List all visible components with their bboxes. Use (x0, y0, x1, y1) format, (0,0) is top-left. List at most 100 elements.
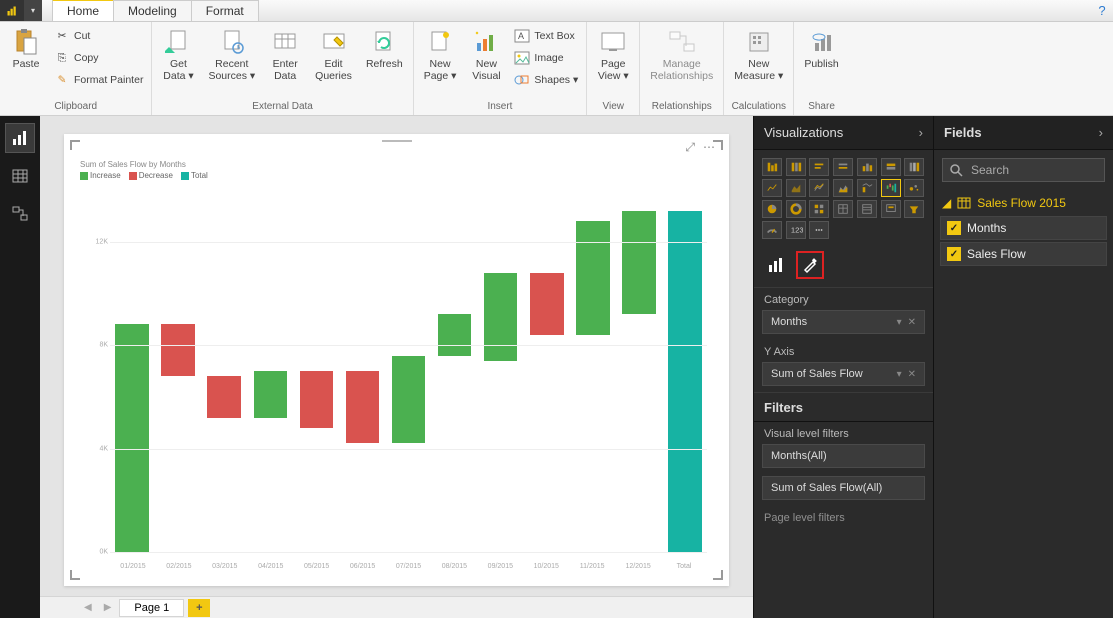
manage-relationships-button[interactable]: Manage Relationships (646, 26, 717, 84)
edit-queries-button[interactable]: Edit Queries (311, 26, 356, 84)
viz-type-icon[interactable] (809, 179, 829, 197)
bar-increase[interactable] (115, 324, 149, 552)
nav-data-icon[interactable] (6, 162, 34, 190)
format-tab-icon[interactable] (796, 251, 824, 279)
collapse-icon[interactable]: › (919, 125, 923, 140)
collapse-icon[interactable]: › (1099, 125, 1103, 140)
viz-type-icon[interactable] (762, 221, 782, 239)
category-well[interactable]: Months▾✕ (762, 310, 925, 334)
filter-months[interactable]: Months(All) (762, 444, 925, 468)
viz-type-icon[interactable] (857, 200, 877, 218)
fields-header: Fields (944, 125, 982, 140)
format-painter-button[interactable]: ✎Format Painter (52, 70, 145, 90)
viz-type-icon[interactable] (762, 158, 782, 176)
field-months[interactable]: ✓Months (940, 216, 1107, 240)
x-tick: Total (661, 563, 707, 570)
get-data-button[interactable]: Get Data ▾ (158, 26, 198, 84)
help-icon[interactable]: ? (1091, 0, 1113, 21)
refresh-button[interactable]: Refresh (362, 26, 407, 72)
new-visual-button[interactable]: New Visual (466, 26, 506, 84)
shapes-button[interactable]: Shapes ▾ (512, 70, 580, 90)
selection-handle[interactable] (70, 570, 80, 580)
viz-type-waterfall[interactable] (881, 179, 901, 197)
x-tick: 12/2015 (615, 563, 661, 570)
page-tab-1[interactable]: Page 1 (119, 599, 184, 617)
bar-increase[interactable] (484, 273, 518, 361)
selection-handle[interactable] (70, 140, 80, 150)
category-label: Category (754, 288, 933, 308)
drag-grip[interactable] (382, 138, 412, 144)
page-view-button[interactable]: Page View ▾ (593, 26, 633, 84)
viz-type-icon[interactable] (904, 158, 924, 176)
checkbox-checked-icon[interactable]: ✓ (947, 221, 961, 235)
page-prev-icon[interactable]: ◀ (80, 602, 96, 613)
enter-data-button[interactable]: Enter Data (265, 26, 305, 84)
viz-type-icon[interactable] (904, 200, 924, 218)
bar-decrease[interactable] (346, 371, 380, 443)
tab-home[interactable]: Home (52, 0, 114, 21)
remove-icon[interactable]: ✕ (908, 317, 916, 328)
bar-increase[interactable] (622, 211, 656, 314)
fields-panel: Fields› Search ◢Sales Flow 2015 ✓Months … (933, 116, 1113, 618)
viz-type-icon[interactable] (809, 158, 829, 176)
viz-type-icon[interactable] (904, 179, 924, 197)
nav-model-icon[interactable] (6, 200, 34, 228)
bar-increase[interactable] (438, 314, 472, 355)
bar-decrease[interactable] (300, 371, 334, 428)
paste-button[interactable]: Paste (6, 26, 46, 72)
filter-sales-flow[interactable]: Sum of Sales Flow(All) (762, 476, 925, 500)
recent-sources-button[interactable]: Recent Sources ▾ (204, 26, 259, 84)
svg-text:A: A (518, 31, 524, 41)
more-options-icon[interactable]: ⋯ (703, 140, 715, 155)
fields-tab-icon[interactable] (762, 251, 790, 279)
chevron-down-icon[interactable]: ▾ (897, 317, 902, 328)
svg-text:123: 123 (791, 226, 803, 235)
viz-type-icon[interactable] (786, 158, 806, 176)
focus-mode-icon[interactable]: ⤢ (685, 140, 695, 155)
viz-type-icon[interactable] (857, 179, 877, 197)
bar-increase[interactable] (254, 371, 288, 418)
chevron-down-icon[interactable]: ▾ (897, 369, 902, 380)
checkbox-checked-icon[interactable]: ✓ (947, 247, 961, 261)
waterfall-chart[interactable]: Sum of Sales Flow by Months Increase Dec… (80, 160, 713, 574)
textbox-button[interactable]: AText Box (512, 26, 580, 46)
image-button[interactable]: Image (512, 48, 580, 68)
viz-type-icon[interactable] (786, 200, 806, 218)
tab-format[interactable]: Format (191, 0, 259, 21)
tab-modeling[interactable]: Modeling (113, 0, 192, 21)
new-measure-button[interactable]: New Measure ▾ (730, 26, 787, 84)
viz-type-icon[interactable] (833, 200, 853, 218)
bar-decrease[interactable] (530, 273, 564, 335)
table-sales-flow[interactable]: ◢Sales Flow 2015 (940, 192, 1107, 214)
viz-type-icon[interactable] (762, 200, 782, 218)
report-canvas[interactable]: ⤢ ⋯ Sum of Sales Flow by Months Increase… (64, 134, 729, 586)
viz-type-icon[interactable] (833, 179, 853, 197)
publish-button[interactable]: Publish (800, 26, 842, 72)
bar-increase[interactable] (392, 356, 426, 444)
viz-type-icon[interactable] (762, 179, 782, 197)
fields-search[interactable]: Search (942, 158, 1105, 182)
add-page-button[interactable]: + (188, 599, 210, 617)
new-page-button[interactable]: New Page ▾ (420, 26, 461, 84)
viz-type-icon[interactable] (881, 200, 901, 218)
field-sales-flow[interactable]: ✓Sales Flow (940, 242, 1107, 266)
viz-type-icon[interactable] (809, 200, 829, 218)
viz-type-icon[interactable] (857, 158, 877, 176)
copy-button[interactable]: ⎘Copy (52, 48, 145, 68)
viz-type-icon[interactable] (833, 158, 853, 176)
viz-type-icon[interactable]: 123 (786, 221, 806, 239)
bar-increase[interactable] (576, 221, 610, 335)
viz-type-icon[interactable] (786, 179, 806, 197)
remove-icon[interactable]: ✕ (908, 369, 916, 380)
qat-dropdown[interactable]: ▾ (24, 0, 42, 21)
cut-button[interactable]: ✂Cut (52, 26, 145, 46)
nav-report-icon[interactable] (6, 124, 34, 152)
bar-decrease[interactable] (207, 376, 241, 417)
bar-total[interactable] (668, 211, 702, 552)
yaxis-well[interactable]: Sum of Sales Flow▾✕ (762, 362, 925, 386)
viz-type-icon[interactable] (809, 221, 829, 239)
viz-type-icon[interactable] (881, 158, 901, 176)
selection-handle[interactable] (713, 570, 723, 580)
bar-decrease[interactable] (161, 324, 195, 376)
page-next-icon[interactable]: ▶ (100, 602, 116, 613)
